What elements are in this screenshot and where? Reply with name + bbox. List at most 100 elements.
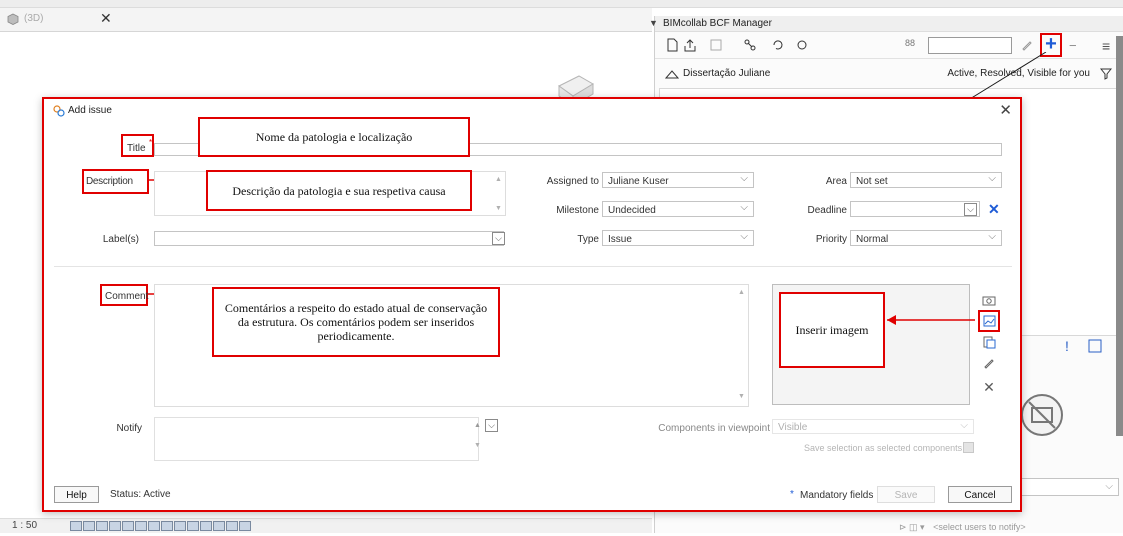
notify-label: Notify (116, 423, 142, 434)
milestone-select[interactable]: Undecided ⌵ (602, 201, 754, 217)
view-control-icon[interactable] (70, 521, 82, 531)
image-arrow (887, 315, 975, 325)
edit-pencil-icon[interactable] (1020, 38, 1034, 52)
scroll-up-icon[interactable]: ▲ (495, 176, 502, 183)
view-status-bar: 1 : 50 (0, 518, 652, 533)
insert-image-button[interactable] (978, 310, 1000, 332)
view-control-icon[interactable] (187, 521, 199, 531)
branch-icon[interactable] (743, 38, 757, 52)
area-value: Not set (856, 176, 888, 187)
save-selection-label: Save selection as selected components (804, 443, 963, 453)
components-label: Components in viewpoint (658, 423, 770, 434)
scroll-down-icon[interactable]: ▼ (495, 205, 502, 212)
assigned-to-value: Juliane Kuser (608, 176, 669, 187)
view-control-icon[interactable] (161, 521, 173, 531)
chevron-down-icon: ⌵ (740, 231, 748, 242)
view-control-icons[interactable] (70, 521, 252, 534)
milestone-label: Milestone (556, 205, 599, 216)
save-selection-checkbox[interactable] (963, 442, 974, 453)
type-select[interactable]: Issue ⌵ (602, 230, 754, 246)
dialog-close-icon[interactable]: ✕ (999, 101, 1012, 119)
scroll-down-icon[interactable]: ▼ (738, 393, 745, 400)
cancel-button[interactable]: Cancel (948, 486, 1012, 503)
grid-count-icon[interactable]: 88 (905, 38, 919, 52)
menu-icon[interactable]: ≡ (1102, 38, 1116, 54)
scale-label: 1 : 50 (12, 520, 38, 531)
scroll-up-icon[interactable]: ▲ (738, 289, 745, 296)
deadline-label: Deadline (807, 205, 847, 216)
target-icon[interactable] (795, 38, 809, 52)
delete-image-icon[interactable]: ✕ (981, 379, 997, 395)
labels-label: Label(s) (102, 234, 139, 245)
close-tab-icon[interactable]: ✕ (100, 10, 112, 27)
remove-issue-button[interactable]: − (1069, 38, 1083, 53)
bcf-project-row: Dissertação Juliane Active, Resolved, Vi… (655, 64, 1123, 86)
new-file-icon[interactable] (665, 38, 679, 52)
view-control-icon[interactable] (200, 521, 212, 531)
view-tab-label: (3D) (24, 13, 44, 24)
view-control-icon[interactable] (239, 521, 251, 531)
save-icon[interactable] (709, 38, 723, 52)
deadline-input[interactable] (850, 201, 980, 217)
frame-icon[interactable] (1087, 338, 1103, 354)
assigned-to-label: Assigned to (546, 176, 599, 187)
chevron-down-icon: ⌵ (988, 173, 996, 184)
mandatory-mark: * (790, 489, 794, 500)
chevron-down-icon: ⌵ (740, 173, 748, 184)
status-label: Status: Active (110, 489, 171, 500)
bcf-panel-title: BIMcollab BCF Manager (663, 18, 772, 29)
no-snapshot-icon (1021, 394, 1063, 436)
view-control-icon[interactable] (226, 521, 238, 531)
chevron-down-icon[interactable]: ⌵ (485, 419, 498, 432)
notify-input[interactable] (154, 417, 479, 461)
clear-deadline-icon[interactable]: ✕ (988, 201, 1000, 218)
filter-icon[interactable] (1100, 68, 1112, 80)
description-label: Description (86, 176, 133, 187)
right-scrollbar[interactable] (1116, 36, 1123, 436)
chevron-down-icon: ⌵ (988, 231, 996, 242)
help-button[interactable]: Help (54, 486, 99, 503)
area-select[interactable]: Not set ⌵ (850, 172, 1002, 188)
view-control-icon[interactable] (83, 521, 95, 531)
paste-image-icon[interactable] (981, 335, 997, 351)
description-label-box: Description (82, 169, 149, 194)
view-control-icon[interactable] (122, 521, 134, 531)
export-icon[interactable] (683, 38, 697, 52)
scroll-up-icon[interactable]: ▲ (474, 422, 481, 429)
scroll-down-icon[interactable]: ▼ (474, 442, 481, 449)
type-label: Type (577, 234, 599, 245)
alert-icon[interactable]: ! (1065, 338, 1069, 354)
priority-label: Priority (815, 234, 847, 245)
view-control-icon[interactable] (213, 521, 225, 531)
draw-pencil-icon[interactable] (981, 357, 997, 373)
view-control-icon[interactable] (148, 521, 160, 531)
bcf-dropdown[interactable]: ⌵ (1021, 478, 1119, 496)
bcf-notify-select[interactable]: ⊳ ◫ ▾ <select users to notify> (899, 522, 1119, 536)
bcf-notify-icon: ⊳ ◫ ▾ (899, 522, 925, 532)
assigned-to-select[interactable]: Juliane Kuser ⌵ (602, 172, 754, 188)
area-label: Area (825, 176, 847, 187)
mandatory-fields-label: Mandatory fields (800, 490, 874, 501)
collapse-icon[interactable]: ▼ (649, 18, 658, 28)
chevron-down-icon: ⌵ (960, 420, 968, 431)
title-annotation: Nome da patologia e localização (198, 117, 470, 157)
view-3d-tab[interactable]: (3D) ✕ (0, 8, 652, 32)
view-control-icon[interactable] (174, 521, 186, 531)
view-control-icon[interactable] (135, 521, 147, 531)
project-name[interactable]: Dissertação Juliane (683, 68, 770, 79)
milestone-value: Undecided (608, 205, 656, 216)
add-issue-dialog: Add issue ✕ Title * Nome da patologia e … (42, 97, 1022, 512)
chevron-down-icon[interactable]: ⌵ (964, 203, 977, 216)
labels-input[interactable] (154, 231, 504, 246)
priority-select[interactable]: Normal ⌵ (850, 230, 1002, 246)
chevron-down-icon[interactable]: ⌵ (492, 232, 505, 245)
cloud-icon (665, 70, 679, 79)
view-control-icon[interactable] (96, 521, 108, 531)
save-button[interactable]: Save (877, 486, 935, 503)
camera-icon[interactable] (981, 294, 997, 310)
view-control-icon[interactable] (109, 521, 121, 531)
components-select[interactable]: Visible ⌵ (772, 419, 974, 434)
bcf-notify-placeholder: <select users to notify> (933, 522, 1026, 532)
3d-view-icon (7, 13, 19, 25)
sync-icon[interactable] (771, 38, 785, 52)
